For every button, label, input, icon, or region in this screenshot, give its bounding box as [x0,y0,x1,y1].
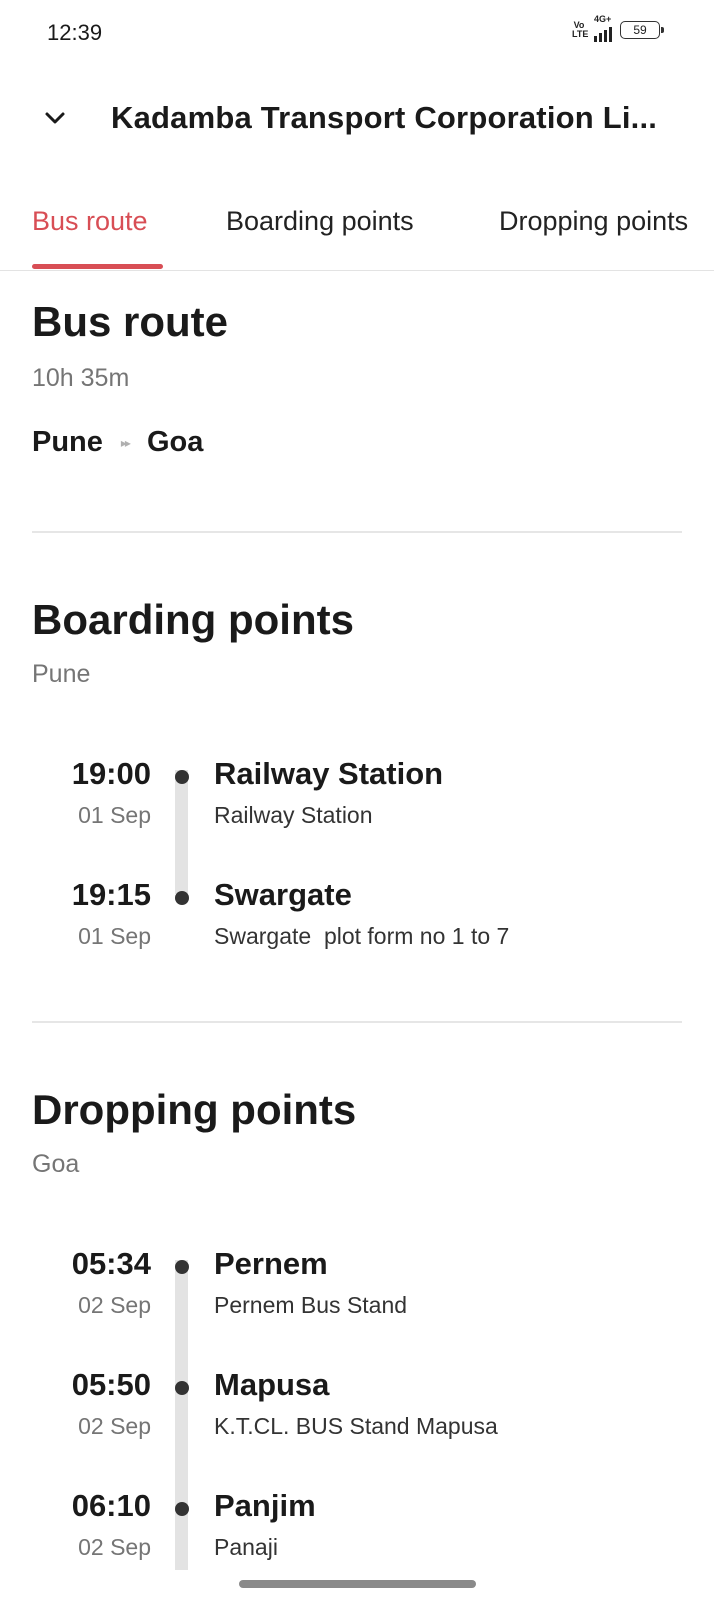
stop-date: 02 Sep [78,1292,151,1318]
boarding-city: Pune [32,660,91,688]
origin-city: Pune [32,426,103,458]
stop-name: Railway Station [214,756,444,791]
active-tab-indicator [32,264,163,269]
stop-time: 05:34 [71,1246,151,1281]
dropping-stop[interactable]: 05:34 02 Sep Pernem Pernem Bus Stand [0,1246,714,1346]
stop-dot-icon [175,1260,189,1274]
double-arrow-icon: ▸▸ [120,435,131,450]
stop-name: Swargate [214,877,352,912]
tab-bar: Bus route Boarding points Dropping point… [0,196,714,271]
stop-address: Railway Station [214,802,373,828]
boarding-stop[interactable]: 19:15 01 Sep Swargate Swargate plot form… [0,877,714,977]
chevron-down-icon[interactable] [40,103,70,133]
network-type-label: 4G+ [594,14,612,24]
operator-title: Kadamba Transport Corporation Li... [111,100,658,135]
tab-boarding-points[interactable]: Boarding points [226,206,414,237]
stop-date: 02 Sep [78,1534,151,1560]
stop-date: 02 Sep [78,1413,151,1439]
stop-address: Panaji [214,1534,278,1560]
stop-address: Swargate plot form no 1 to 7 [214,923,510,949]
boarding-stop[interactable]: 19:00 01 Sep Railway Station Railway Sta… [0,756,714,856]
divider [32,1021,682,1023]
stop-time: 19:15 [71,877,151,912]
home-indicator[interactable] [239,1580,476,1588]
stop-name: Panjim [214,1488,316,1523]
stop-address: K.T.CL. BUS Stand Mapusa [214,1413,498,1439]
status-bar: 12:39 Vo LTE 4G+ 59 [0,0,714,64]
route-duration: 10h 35m [32,364,130,392]
dropping-stop[interactable]: 05:50 02 Sep Mapusa K.T.CL. BUS Stand Ma… [0,1367,714,1467]
dropping-city: Goa [32,1150,80,1178]
stop-dot-icon [175,1381,189,1395]
stop-time: 06:10 [71,1488,151,1523]
stop-time: 19:00 [71,756,151,791]
stop-name: Pernem [214,1246,328,1281]
bus-route-heading: Bus route [32,298,229,345]
boarding-points-heading: Boarding points [32,596,354,643]
route-summary: Pune ▸▸ Goa [32,426,203,459]
tab-bus-route[interactable]: Bus route [32,206,148,237]
status-icons: Vo LTE 4G+ 59 [572,14,664,42]
tab-dropping-points[interactable]: Dropping points [499,206,688,237]
stop-dot-icon [175,1502,189,1516]
stop-dot-icon [175,770,189,784]
status-time: 12:39 [47,20,103,45]
stop-time: 05:50 [71,1367,151,1402]
dropping-stop[interactable]: 06:10 02 Sep Panjim Panaji [0,1488,714,1588]
volte-icon: Vo LTE [572,20,589,39]
dropping-points-heading: Dropping points [32,1086,357,1133]
battery-icon: 59 [620,21,664,39]
stop-name: Mapusa [214,1367,330,1402]
destination-city: Goa [146,426,204,458]
divider [32,531,682,533]
signal-icon: 4G+ [594,14,612,42]
stop-date: 01 Sep [78,923,151,949]
stop-dot-icon [175,891,189,905]
stop-date: 01 Sep [78,802,151,828]
app-header: Kadamba Transport Corporation Li... [0,88,714,152]
stop-address: Pernem Bus Stand [214,1292,408,1318]
